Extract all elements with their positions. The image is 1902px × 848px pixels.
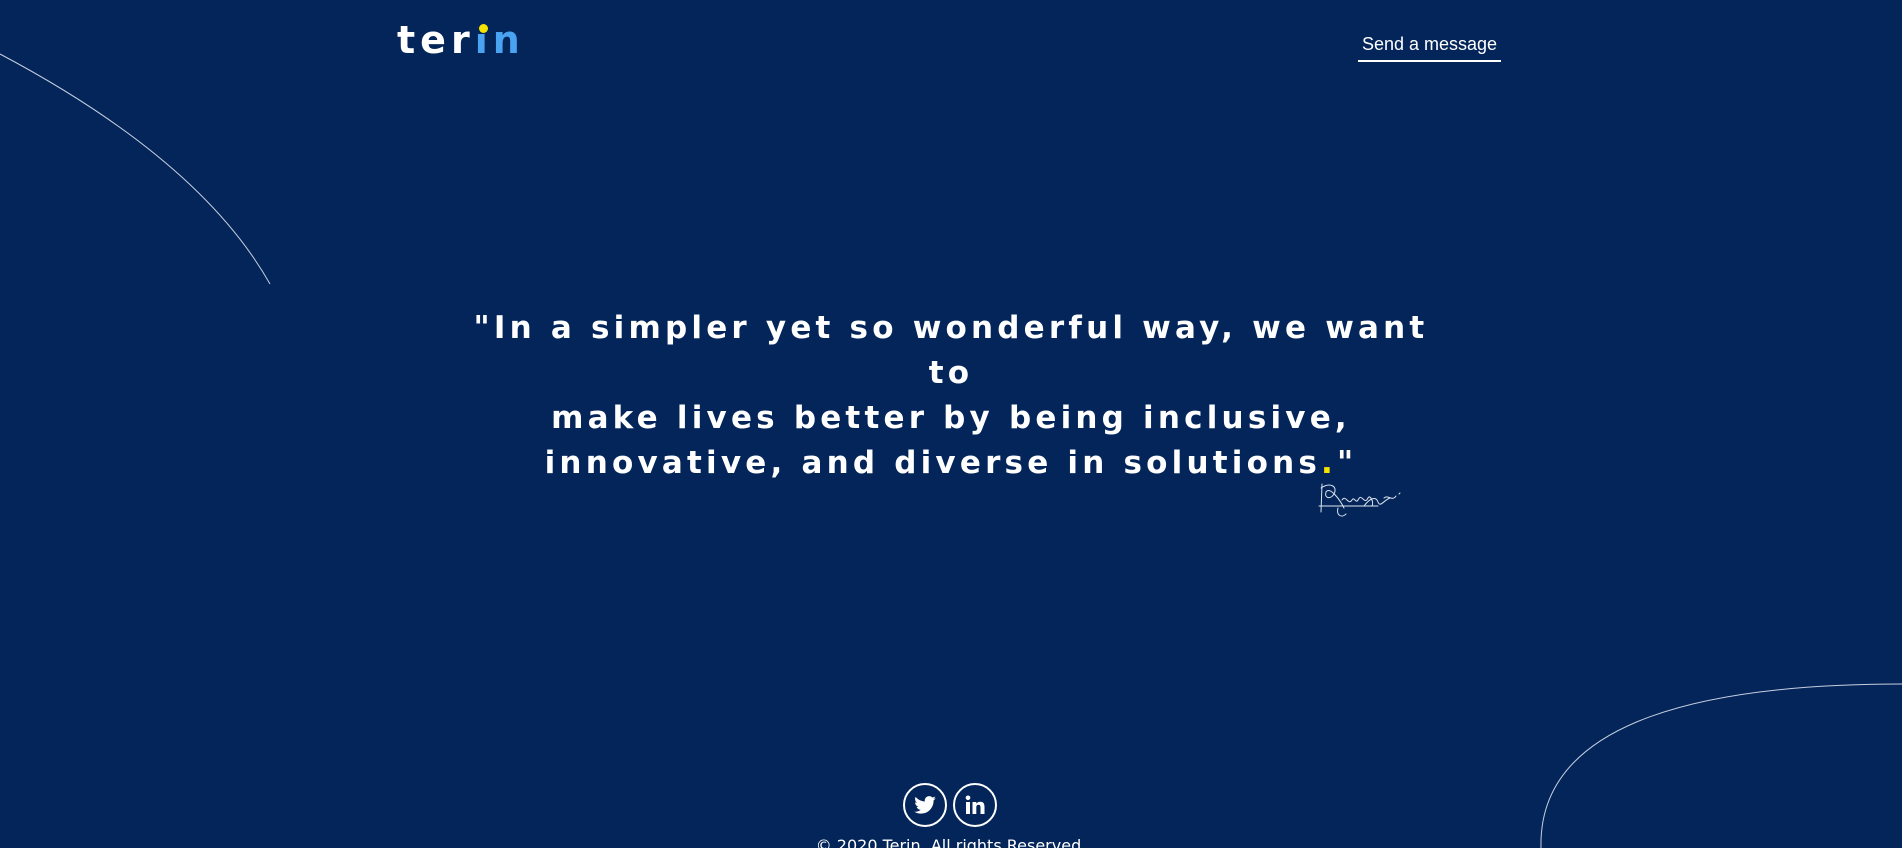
quote-yellow-period: .: [1321, 445, 1338, 481]
quote-line-2: make lives better by being inclusive,: [551, 400, 1351, 436]
logo-text-in: in: [475, 16, 525, 64]
quote-close-mark: ": [1337, 445, 1358, 481]
twitter-button[interactable]: [903, 783, 947, 827]
signature-image: [1318, 483, 1401, 517]
brand-logo[interactable]: ter in: [397, 16, 525, 64]
quote-line-1: "In a simpler yet so wonderful way, we w…: [473, 310, 1429, 391]
linkedin-icon: [965, 795, 985, 814]
top-left-arc: [0, 53, 271, 285]
twitter-icon: [914, 796, 936, 814]
footer-copyright: © 2020 Terin. All rights Reserved.: [815, 836, 1087, 848]
logo-yellow-dot: [478, 24, 488, 33]
social-links: [903, 783, 997, 827]
linkedin-button[interactable]: [953, 783, 997, 827]
bottom-right-arc: [1540, 683, 1902, 848]
logo-text-ter: ter: [397, 18, 475, 62]
hero-quote: "In a simpler yet so wonderful way, we w…: [451, 306, 1451, 486]
send-message-link[interactable]: Send a message: [1358, 30, 1501, 62]
quote-line-3: innovative, and diverse in solutions: [544, 445, 1322, 481]
landing-page: ter in Send a message "In a simpler yet …: [0, 0, 1902, 848]
